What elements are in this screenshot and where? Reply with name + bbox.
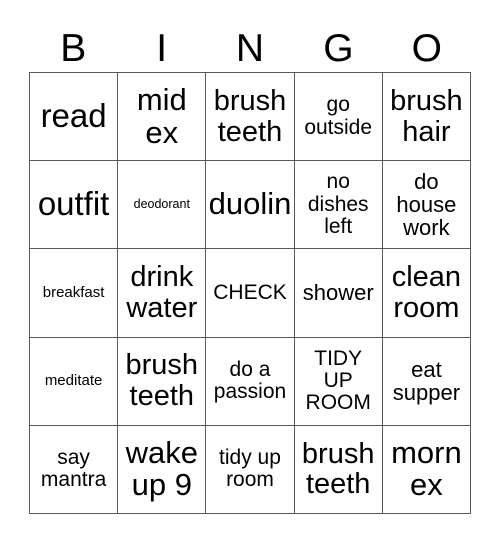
bingo-cell-label: brush teeth	[213, 84, 287, 148]
bingo-cell-label: morn ex	[391, 434, 462, 503]
bingo-cell-label: do a passion	[213, 357, 287, 404]
bingo-cell-label: wake up 9	[125, 434, 198, 503]
bingo-cell[interactable]: shower	[294, 249, 383, 338]
bingo-cell-label: CHECK	[213, 280, 287, 304]
bingo-cell[interactable]: do a passion	[206, 337, 295, 426]
bingo-cell[interactable]: duolin	[206, 161, 295, 250]
bingo-cell-label: breakfast	[42, 284, 105, 302]
bingo-header-row: B I N G O	[29, 16, 471, 68]
bingo-cell[interactable]: breakfast	[30, 249, 119, 338]
bingo-header-letter-g: G	[323, 27, 354, 70]
bingo-cell[interactable]: tidy up room	[206, 425, 295, 514]
bingo-cell[interactable]: outfit	[30, 161, 119, 250]
bingo-cell[interactable]: wake up 9	[118, 425, 207, 514]
bingo-cell-label: outfit	[37, 185, 110, 223]
bingo-cell[interactable]: mid ex	[118, 73, 207, 162]
bingo-cell-label: brush teeth	[301, 437, 375, 501]
bingo-cell[interactable]: say mantra	[30, 425, 119, 514]
bingo-cell[interactable]: brush teeth	[294, 425, 383, 514]
bingo-cell[interactable]: brush teeth	[206, 73, 295, 162]
bingo-cell-label: deodorant	[133, 197, 190, 212]
bingo-grid: read mid ex brush teeth go outside brush…	[29, 72, 471, 514]
bingo-cell-label: go outside	[304, 93, 373, 139]
bingo-cell-label: no dishes left	[307, 170, 369, 238]
bingo-cell[interactable]: brush hair	[382, 73, 471, 162]
bingo-header-letter-n: N	[235, 27, 265, 70]
bingo-cell-label: do house work	[396, 168, 457, 241]
bingo-cell-label: read	[40, 97, 107, 135]
bingo-cell[interactable]: brush teeth	[118, 337, 207, 426]
bingo-cell[interactable]: meditate	[30, 337, 119, 426]
bingo-cell[interactable]: drink water	[118, 249, 207, 338]
bingo-cell[interactable]: read	[30, 73, 119, 162]
bingo-cell-free-space[interactable]: CHECK	[206, 249, 295, 338]
bingo-cell-label: shower	[302, 280, 374, 306]
bingo-cell-label: mid ex	[136, 81, 187, 150]
bingo-header-letter-o: O	[411, 27, 442, 70]
bingo-cell-label: TIDY UP ROOM	[305, 346, 371, 415]
bingo-cell[interactable]: clean room	[382, 249, 471, 338]
bingo-cell-label: drink water	[126, 261, 198, 324]
bingo-cell-label: meditate	[44, 372, 103, 390]
bingo-cell[interactable]: deodorant	[118, 161, 207, 250]
bingo-cell-label: brush hair	[390, 84, 463, 148]
bingo-cell[interactable]: eat supper	[382, 337, 471, 426]
bingo-cell-label: tidy up room	[219, 446, 281, 492]
bingo-cell[interactable]: go outside	[294, 73, 383, 162]
bingo-cell-label: say mantra	[40, 446, 107, 492]
bingo-card: B I N G O read mid ex brush teeth go out…	[0, 0, 500, 544]
bingo-cell-label: duolin	[208, 186, 292, 222]
bingo-cell-label: clean room	[391, 261, 462, 324]
bingo-header-letter-i: I	[156, 27, 168, 70]
bingo-cell-label: eat supper	[392, 356, 461, 406]
bingo-cell[interactable]: no dishes left	[294, 161, 383, 250]
bingo-cell[interactable]: morn ex	[382, 425, 471, 514]
bingo-cell-label: brush teeth	[125, 349, 199, 413]
bingo-header-letter-b: B	[60, 27, 87, 70]
bingo-cell[interactable]: TIDY UP ROOM	[294, 337, 383, 426]
bingo-cell[interactable]: do house work	[382, 161, 471, 250]
